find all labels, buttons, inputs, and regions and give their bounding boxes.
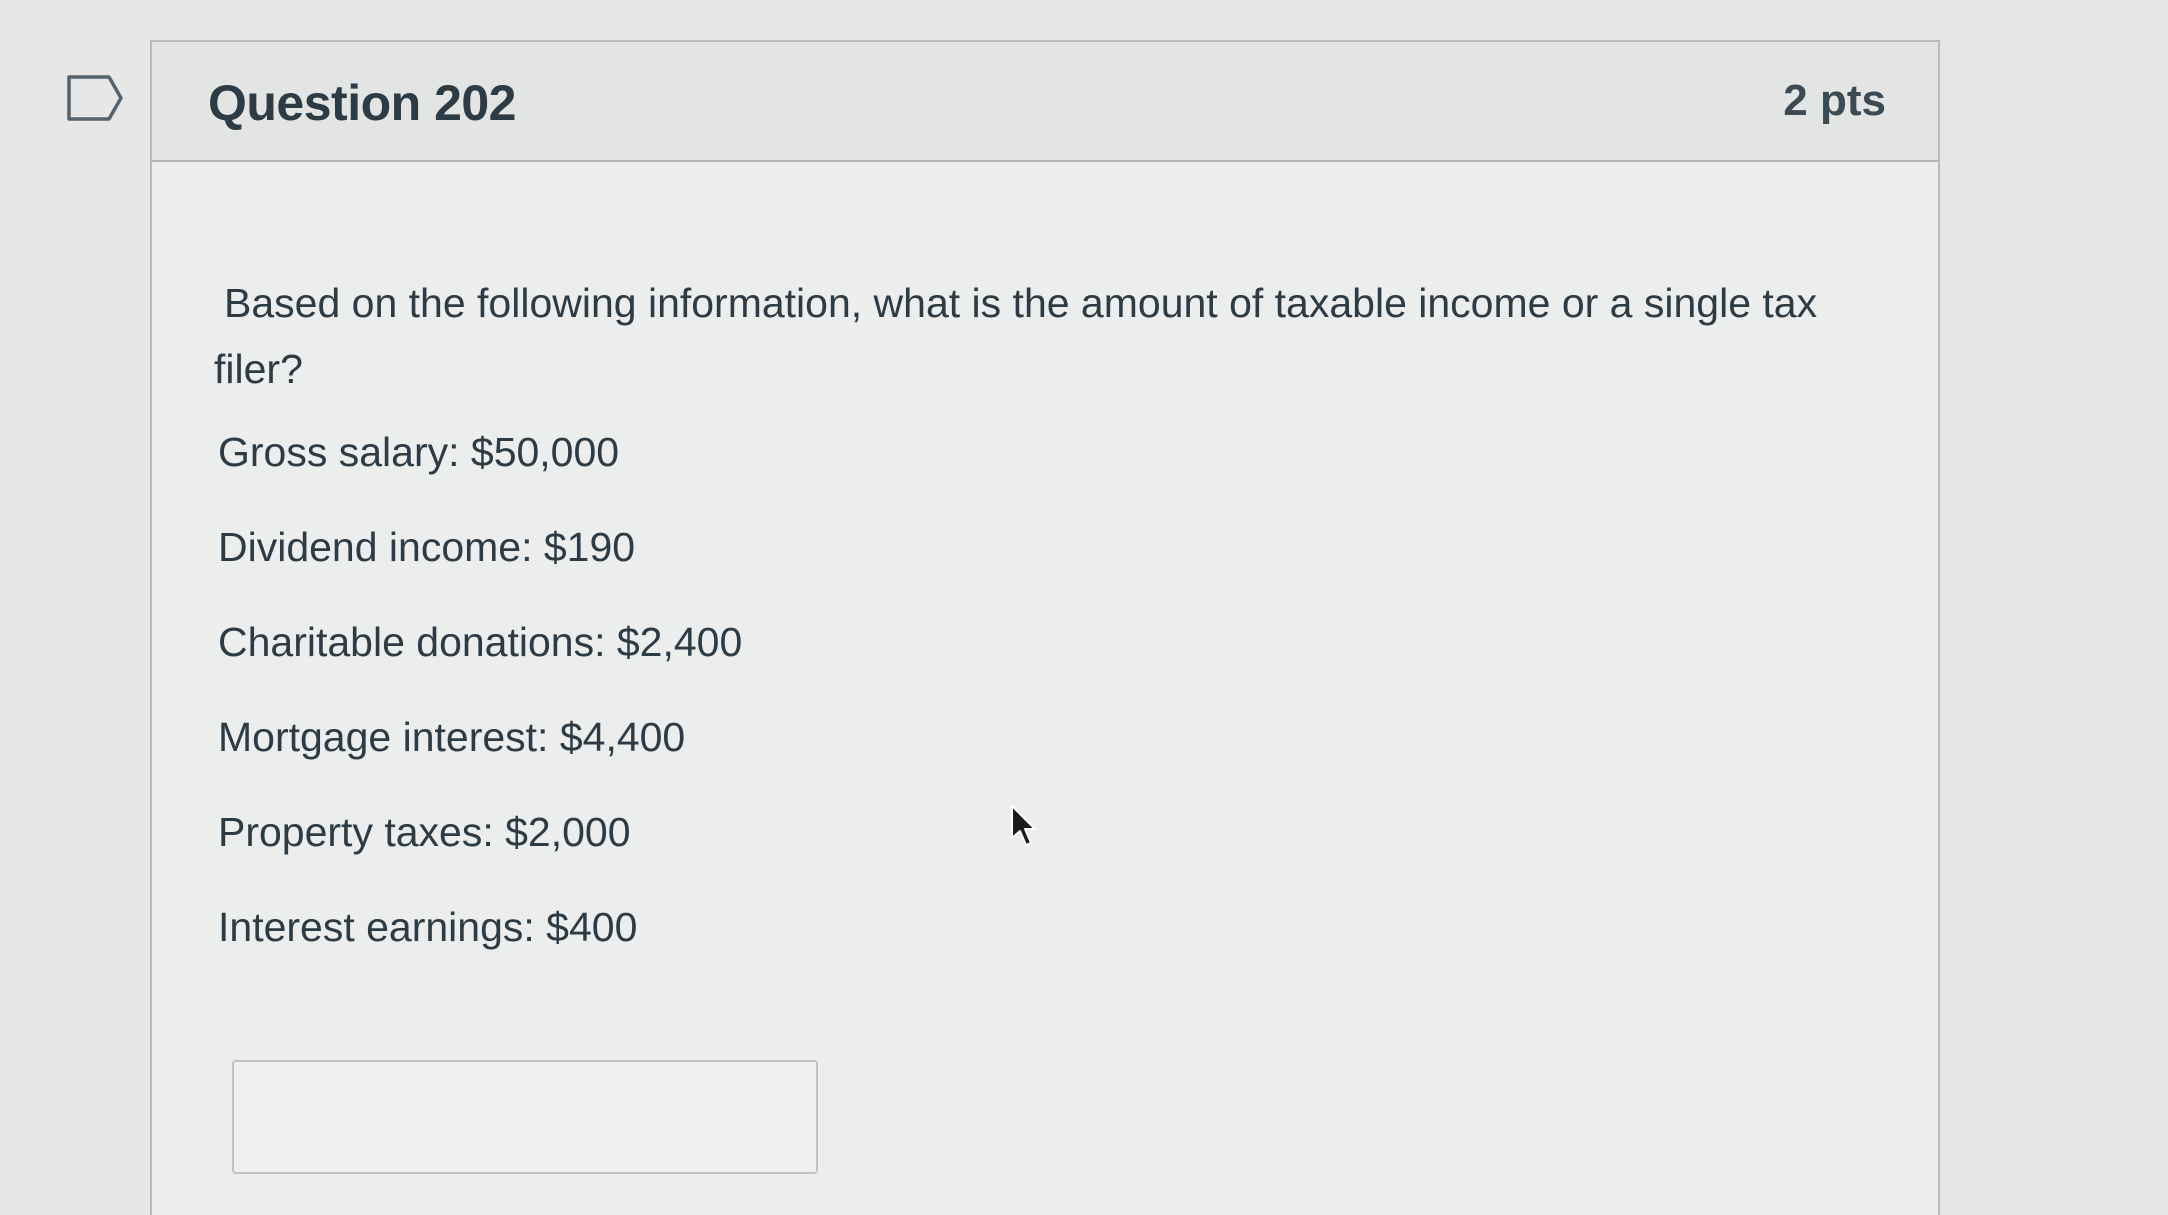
- fact-dividend-income: Dividend income: $190: [218, 524, 636, 570]
- question-card: Question 202 2 pts Based on the followin…: [150, 40, 1940, 1215]
- fact-charitable-donations: Charitable donations: $2,400: [218, 619, 743, 665]
- fact-gross-salary: Gross salary: $50,000: [218, 429, 620, 475]
- question-prompt: Based on the following information, what…: [214, 280, 1818, 392]
- fact-mortgage-interest: Mortgage interest: $4,400: [218, 714, 686, 760]
- question-points: 2 pts: [1783, 76, 1886, 125]
- answer-input[interactable]: [232, 1060, 818, 1174]
- flag-question-icon[interactable]: [66, 74, 124, 122]
- mouse-pointer-icon: [1010, 804, 1038, 848]
- fact-list: Gross salary: $50,000 Dividend income: $…: [214, 430, 1848, 949]
- question-body: Based on the following information, what…: [214, 270, 1848, 1000]
- question-title: Question 202: [208, 75, 517, 131]
- fact-interest-earnings: Interest earnings: $400: [218, 904, 638, 950]
- question-header: Question 202 2 pts: [152, 42, 1938, 162]
- flag-question-icon-graphic: [67, 75, 123, 121]
